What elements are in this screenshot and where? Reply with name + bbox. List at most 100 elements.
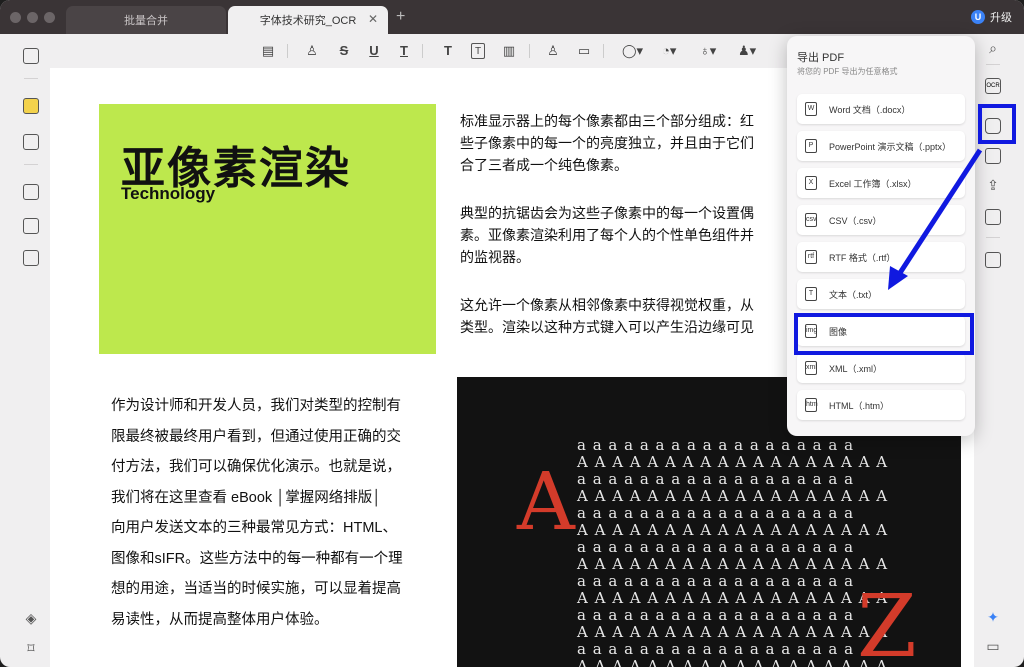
- export-option[interactable]: csv CSV（.csv）: [797, 205, 965, 235]
- letter-row: A A A A A A A A A A A A A A A A A A: [577, 453, 889, 471]
- divider: [986, 64, 1000, 65]
- stamp-icon[interactable]: ♁▾: [700, 43, 716, 59]
- note-icon[interactable]: ▤: [261, 43, 275, 59]
- upgrade-button[interactable]: U 升级: [971, 9, 1012, 25]
- forms-icon[interactable]: [23, 250, 39, 266]
- shape-icon[interactable]: ◯▾: [622, 43, 643, 59]
- export-option[interactable]: T 文本（.txt）: [797, 279, 965, 309]
- comment-mode-icon[interactable]: [23, 98, 39, 114]
- app-window: 批量合并 字体技术研究_OCR ✕ + U 升级 ◈ ⌑ ▤ ♙ S U T T…: [0, 0, 1024, 667]
- file-type-icon: T: [805, 287, 817, 301]
- organize-pages-icon[interactable]: [23, 184, 39, 200]
- save-icon[interactable]: [985, 252, 1001, 268]
- text-line: 付方法，我们可以确保优化演示。也就是说，: [111, 459, 401, 475]
- textbox-icon[interactable]: T: [471, 43, 485, 59]
- export-option-label: Excel 工作簿（.xlsx）: [829, 178, 917, 189]
- zoom-window-button[interactable]: [44, 12, 55, 23]
- ai-assistant-icon[interactable]: ✦: [985, 609, 1001, 625]
- text-line: 类型。渲染以这种方式键入可以产生沿边缘可见: [460, 319, 754, 335]
- body-paragraph: 作为设计师和开发人员，我们对类型的控制有 限最终被最终用户看到，但通过使用正确的…: [111, 391, 431, 635]
- ocr-icon[interactable]: OCR: [985, 78, 1001, 94]
- eraser-icon[interactable]: ▭: [577, 43, 591, 59]
- export-option[interactable]: xml XML（.xml）: [797, 353, 965, 383]
- text-callout-icon[interactable]: ▥: [502, 43, 516, 59]
- signature-icon[interactable]: ♟▾: [738, 43, 756, 59]
- email-icon[interactable]: [985, 209, 1001, 225]
- paragraph-2: 典型的抗锯齿会为这些子像素中的每一个设置偶 素。亚像素渲染利用了每个人的个性单色…: [460, 202, 790, 268]
- export-pdf-panel: 导出 PDF 将您的 PDF 导出为任意格式 W Word 文档（.docx） P P…: [787, 36, 975, 436]
- letter-row: A A A A A A A A A A A A A A A A A A: [577, 555, 889, 573]
- divider: [529, 44, 530, 58]
- tab-batch-merge[interactable]: 批量合并: [66, 6, 226, 34]
- edit-mode-icon[interactable]: [23, 134, 39, 150]
- text-line: 些子像素中的每一个的亮度独立，并且由于它们: [460, 135, 754, 151]
- divider: [603, 44, 604, 58]
- bookmark-icon[interactable]: ⌑: [23, 640, 39, 656]
- chat-icon[interactable]: ▭: [985, 638, 1001, 654]
- file-type-icon: W: [805, 102, 817, 116]
- text-icon[interactable]: T: [441, 43, 455, 59]
- reader-mode-icon[interactable]: [23, 48, 39, 64]
- text-line: 易读性，从而提高整体用户体验。: [111, 611, 329, 628]
- left-sidebar: ◈ ⌑: [12, 34, 50, 667]
- title-bar: 批量合并 字体技术研究_OCR ✕ + U 升级: [0, 0, 1024, 34]
- export-option[interactable]: P PowerPoint 演示文稿（.pptx）: [797, 131, 965, 161]
- crop-icon[interactable]: [23, 218, 39, 234]
- letter-row: A A A A A A A A A A A A A A A A A A: [577, 521, 889, 539]
- divider: [287, 44, 288, 58]
- export-panel-title: 导出 PDF: [797, 52, 845, 64]
- strikethrough-icon[interactable]: S: [337, 43, 351, 59]
- export-option[interactable]: W Word 文档（.docx）: [797, 94, 965, 124]
- upgrade-icon: U: [971, 10, 985, 24]
- export-panel-subtitle: 将您的 PDF 导出为任意格式: [797, 67, 898, 76]
- share-icon[interactable]: ⇪: [985, 177, 1001, 193]
- letter-row: a a a a a a a a a a a a a a a a a a: [577, 436, 855, 454]
- text-line: 想的用途，当适当的时候实施，可以显着提高: [111, 581, 401, 597]
- highlight-pen-icon[interactable]: ♙: [305, 43, 319, 59]
- tab-label: 字体技术研究_OCR: [259, 15, 357, 27]
- protect-icon[interactable]: [985, 148, 1001, 164]
- text-line: 限最终被最终用户看到，但通过使用正确的交: [111, 428, 401, 445]
- layers-icon[interactable]: ◈: [23, 610, 39, 626]
- export-option-label: HTML（.htm）: [829, 400, 890, 411]
- export-option[interactable]: X Excel 工作簿（.xlsx）: [797, 168, 965, 198]
- file-type-icon: rtf: [805, 250, 817, 264]
- export-option-label: Word 文档（.docx）: [829, 104, 911, 115]
- close-tab-icon[interactable]: ✕: [368, 12, 378, 26]
- letter-row: a a a a a a a a a a a a a a a a a a: [577, 470, 855, 488]
- text-line: 向用户发送文本的三种最常见方式：HTML、: [111, 520, 397, 536]
- text-line: 我们将在这里查看 eBook │掌握网络排版│: [111, 489, 382, 506]
- file-type-icon: xml: [805, 361, 817, 375]
- export-option[interactable]: htm HTML（.htm）: [797, 390, 965, 420]
- pencil-icon[interactable]: ♙: [546, 43, 560, 59]
- divider: [422, 44, 423, 58]
- big-letter-z: Z: [857, 577, 917, 667]
- upgrade-label: 升级: [990, 12, 1012, 24]
- file-type-icon: csv: [805, 213, 817, 227]
- text-line: 标准显示器上的每个像素都由三个部分组成：红: [460, 113, 754, 129]
- file-type-icon: htm: [805, 398, 818, 412]
- new-tab-button[interactable]: +: [396, 8, 405, 26]
- text-line: 这允许一个像素从相邻像素中获得视觉权重，从: [460, 297, 754, 313]
- export-option-label: XML（.xml）: [829, 363, 883, 374]
- divider: [986, 237, 1000, 238]
- export-option[interactable]: rtf RTF 格式（.rtf）: [797, 242, 965, 272]
- paragraph-3: 这允许一个像素从相邻像素中获得视觉权重，从 类型。渲染以这种方式键入可以产生沿边…: [460, 294, 790, 338]
- text-line: 作为设计师和开发人员，我们对类型的控制有: [111, 398, 401, 414]
- text-line: 合了三者成一个纯色像素。: [460, 157, 628, 173]
- file-type-icon: X: [805, 176, 817, 190]
- export-icon-highlight: [978, 104, 1016, 144]
- divider: [24, 78, 38, 79]
- search-icon[interactable]: ⌕: [985, 40, 1001, 56]
- letter-row: a a a a a a a a a a a a a a a a a a: [577, 538, 855, 556]
- underline-icon[interactable]: U: [367, 43, 381, 59]
- text-line: 的监视器。: [460, 249, 530, 265]
- squiggly-icon[interactable]: T: [397, 43, 411, 59]
- stamp-color-icon[interactable]: ◔▾: [662, 43, 676, 59]
- export-option-label: 文本（.txt）: [829, 289, 878, 300]
- minimize-window-button[interactable]: [27, 12, 38, 23]
- big-letter-a: A: [517, 455, 575, 548]
- close-window-button[interactable]: [10, 12, 21, 23]
- tab-document[interactable]: 字体技术研究_OCR ✕: [228, 6, 388, 34]
- file-type-icon: P: [805, 139, 817, 153]
